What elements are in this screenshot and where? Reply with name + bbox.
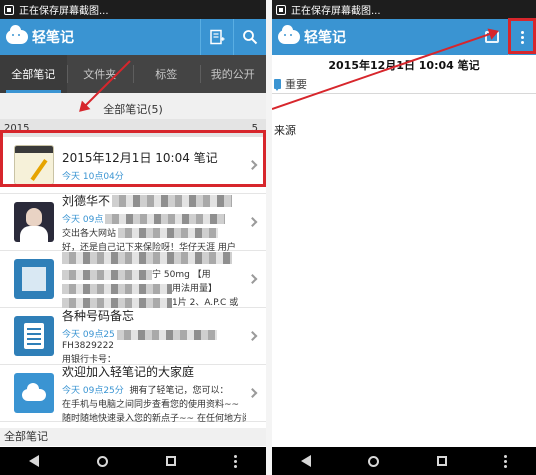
tab-all-notes[interactable]: 全部笔记 — [0, 55, 67, 93]
screenshot-icon — [276, 4, 286, 15]
document-thumbnail-icon — [14, 316, 54, 356]
bookmark-icon — [274, 79, 281, 91]
note-time: 今天 09点 — [62, 214, 104, 225]
tab-bar: 全部笔记 文件夹 标签 我的公开 — [0, 55, 266, 93]
new-note-button[interactable] — [200, 19, 233, 55]
app-logo: 轻笔记 — [6, 25, 74, 47]
highlight-box — [0, 130, 266, 187]
note-preview: 用法用量】 — [172, 284, 218, 294]
footer-section-title: 全部笔记 — [0, 428, 266, 446]
note-source-label: 来源 — [274, 124, 296, 137]
note-time: 今天 09点25 — [62, 330, 115, 340]
tab-folders[interactable]: 文件夹 — [66, 55, 134, 93]
cloud-logo-icon — [278, 25, 300, 44]
redacted-mosaic — [62, 297, 172, 308]
note-item[interactable]: 刘德华不 今天 09点 交出各大网站 好，还是自己记下来保险呀！华仔天涯 用户 — [0, 193, 266, 253]
back-icon[interactable] — [300, 455, 311, 467]
home-icon[interactable] — [97, 455, 108, 467]
app-logo[interactable]: 轻笔记 — [278, 25, 346, 47]
note-item[interactable]: 宁 50mg 【用 用法用量】 1片 2、A.P.C 或 — [0, 251, 266, 308]
note-preview: FH3829222 — [62, 341, 115, 351]
system-nav-bar — [272, 447, 536, 475]
note-list-screen: 正在保存屏幕截图... 轻笔记 全部笔记 文件夹 标签 我的公开 全部笔记(5)… — [0, 0, 266, 475]
note-preview: 宁 50mg 【用 — [152, 270, 211, 280]
status-text: 正在保存屏幕截图... — [291, 6, 381, 17]
app-name: 轻笔记 — [32, 30, 74, 46]
note-preview: 拥有了轻笔记，您可以： — [129, 385, 229, 396]
app-name: 轻笔记 — [304, 30, 346, 46]
home-icon[interactable] — [368, 455, 380, 467]
redacted-mosaic — [62, 283, 172, 294]
status-text: 正在保存屏幕截图... — [19, 6, 109, 17]
tag-label: 重要 — [285, 78, 307, 91]
note-title: 各种号码备忘 — [62, 309, 135, 323]
app-bar: 轻笔记 — [0, 19, 266, 55]
screenshot-composite: 正在保存屏幕截图... 轻笔记 全部笔记 文件夹 标签 我的公开 全部笔记(5)… — [0, 0, 536, 475]
note-preview: 交出各大网站 — [62, 228, 117, 239]
cloud-app-thumbnail-icon — [14, 373, 54, 413]
search-button[interactable] — [233, 19, 266, 55]
redacted-mosaic — [62, 251, 232, 264]
redacted-mosaic — [62, 269, 152, 280]
note-title: 刘德华不 — [62, 193, 111, 208]
note-title: 欢迎加入轻笔记的大家庭 — [62, 364, 195, 379]
note-detail-screen: 正在保存屏幕截图... 轻笔记 2015年12月1日 10:04 笔记 重要 来… — [272, 0, 536, 475]
note-preview: 随时随地快速录入您的新点子~~ 在任何地方阅读 — [62, 413, 246, 424]
highlight-box — [508, 18, 536, 54]
tag-row[interactable]: 重要 — [272, 75, 536, 93]
cloud-logo-icon — [6, 25, 28, 44]
redacted-mosaic — [118, 228, 219, 238]
note-thumbnail — [14, 259, 54, 299]
redacted-mosaic — [116, 329, 217, 340]
more-icon[interactable] — [504, 459, 508, 463]
back-icon[interactable] — [29, 455, 39, 467]
redacted-mosaic — [105, 214, 226, 224]
section-title: 全部笔记(5) — [0, 101, 266, 119]
note-item[interactable]: 各种号码备忘 今天 09点25 FH3829222 用银行卡号： — [0, 308, 266, 365]
system-nav-bar — [0, 447, 266, 475]
note-preview: 在手机与电脑之间同步查看您的使用资料~~ — [62, 399, 240, 410]
note-time: 今天 09点25分 — [62, 385, 124, 396]
tab-my-public[interactable]: 我的公开 — [199, 55, 267, 93]
note-detail-title: 2015年12月1日 10:04 笔记 — [328, 59, 480, 72]
tab-tags[interactable]: 标签 — [133, 55, 200, 93]
note-item[interactable]: 欢迎加入轻笔记的大家庭 今天 09点25分 拥有了轻笔记，您可以： 在手机与电脑… — [0, 364, 266, 424]
new-note-icon — [210, 29, 225, 45]
person-photo-thumbnail — [14, 202, 54, 242]
recent-apps-icon[interactable] — [166, 456, 176, 466]
status-bar: 正在保存屏幕截图... — [0, 0, 266, 19]
screenshot-icon — [4, 4, 14, 15]
status-bar: 正在保存屏幕截图... — [272, 0, 536, 19]
more-icon[interactable] — [234, 459, 237, 463]
recent-apps-icon[interactable] — [436, 456, 447, 466]
search-icon — [243, 30, 258, 45]
redacted-mosaic — [112, 195, 233, 207]
